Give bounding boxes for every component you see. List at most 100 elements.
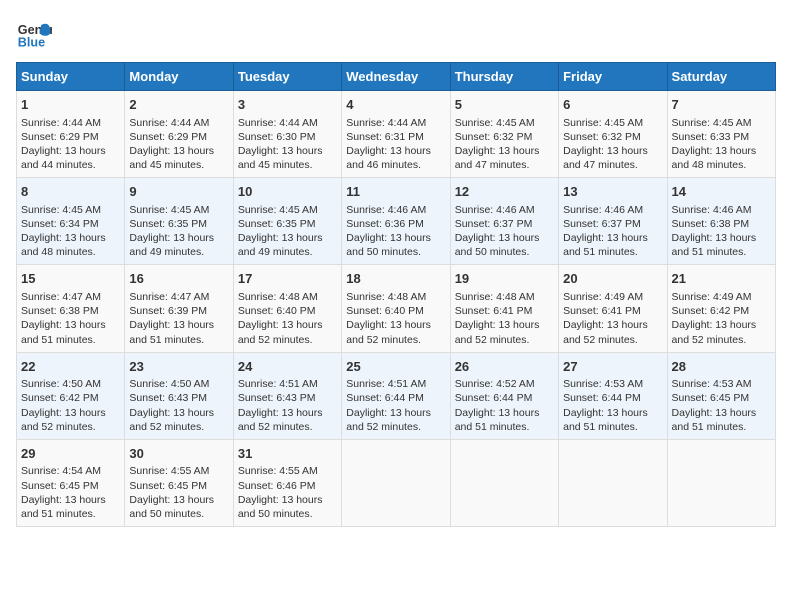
day-cell: 6 Sunrise: 4:45 AM Sunset: 6:32 PM Daylig… bbox=[559, 91, 667, 178]
day-cell: 19 Sunrise: 4:48 AM Sunset: 6:41 PM Dayli… bbox=[450, 265, 558, 352]
col-wednesday: Wednesday bbox=[342, 63, 450, 91]
day-number: 4 bbox=[346, 96, 445, 114]
day-info: Sunrise: 4:47 AM Sunset: 6:38 PM Dayligh… bbox=[21, 290, 120, 347]
day-cell: 20 Sunrise: 4:49 AM Sunset: 6:41 PM Dayli… bbox=[559, 265, 667, 352]
day-cell: 11 Sunrise: 4:46 AM Sunset: 6:36 PM Dayli… bbox=[342, 178, 450, 265]
day-cell: 29Sunrise: 4:54 AM Sunset: 6:45 PM Dayli… bbox=[17, 439, 125, 526]
day-info: Sunrise: 4:49 AM Sunset: 6:41 PM Dayligh… bbox=[563, 290, 662, 347]
header: General Blue bbox=[16, 16, 776, 52]
day-info: Sunrise: 4:46 AM Sunset: 6:37 PM Dayligh… bbox=[455, 203, 554, 260]
week-row-5: 29Sunrise: 4:54 AM Sunset: 6:45 PM Dayli… bbox=[17, 439, 776, 526]
day-info: Sunrise: 4:44 AM Sunset: 6:29 PM Dayligh… bbox=[21, 116, 120, 173]
day-info: Sunrise: 4:46 AM Sunset: 6:36 PM Dayligh… bbox=[346, 203, 445, 260]
day-info: Sunrise: 4:45 AM Sunset: 6:35 PM Dayligh… bbox=[129, 203, 228, 260]
day-cell: 27Sunrise: 4:53 AM Sunset: 6:44 PM Dayli… bbox=[559, 352, 667, 439]
day-number: 12 bbox=[455, 183, 554, 201]
day-cell: 1 Sunrise: 4:44 AM Sunset: 6:29 PM Daylig… bbox=[17, 91, 125, 178]
day-cell: 14 Sunrise: 4:46 AM Sunset: 6:38 PM Dayli… bbox=[667, 178, 775, 265]
col-thursday: Thursday bbox=[450, 63, 558, 91]
week-row-4: 22Sunrise: 4:50 AM Sunset: 6:42 PM Dayli… bbox=[17, 352, 776, 439]
day-info: Sunrise: 4:46 AM Sunset: 6:37 PM Dayligh… bbox=[563, 203, 662, 260]
day-info: Sunrise: 4:50 AM Sunset: 6:42 PM Dayligh… bbox=[21, 377, 120, 434]
day-number: 25 bbox=[346, 358, 445, 376]
day-number: 16 bbox=[129, 270, 228, 288]
day-cell: 17 Sunrise: 4:48 AM Sunset: 6:40 PM Dayli… bbox=[233, 265, 341, 352]
day-info: Sunrise: 4:48 AM Sunset: 6:40 PM Dayligh… bbox=[346, 290, 445, 347]
day-number: 24 bbox=[238, 358, 337, 376]
day-number: 10 bbox=[238, 183, 337, 201]
day-info: Sunrise: 4:45 AM Sunset: 6:32 PM Dayligh… bbox=[455, 116, 554, 173]
day-info: Sunrise: 4:48 AM Sunset: 6:40 PM Dayligh… bbox=[238, 290, 337, 347]
day-cell: 26Sunrise: 4:52 AM Sunset: 6:44 PM Dayli… bbox=[450, 352, 558, 439]
day-number: 26 bbox=[455, 358, 554, 376]
day-info: Sunrise: 4:55 AM Sunset: 6:45 PM Dayligh… bbox=[129, 464, 228, 521]
day-info: Sunrise: 4:52 AM Sunset: 6:44 PM Dayligh… bbox=[455, 377, 554, 434]
day-info: Sunrise: 4:45 AM Sunset: 6:32 PM Dayligh… bbox=[563, 116, 662, 173]
day-number: 1 bbox=[21, 96, 120, 114]
day-cell: 30Sunrise: 4:55 AM Sunset: 6:45 PM Dayli… bbox=[125, 439, 233, 526]
day-number: 17 bbox=[238, 270, 337, 288]
day-number: 8 bbox=[21, 183, 120, 201]
col-monday: Monday bbox=[125, 63, 233, 91]
day-number: 30 bbox=[129, 445, 228, 463]
day-number: 23 bbox=[129, 358, 228, 376]
day-number: 19 bbox=[455, 270, 554, 288]
day-info: Sunrise: 4:48 AM Sunset: 6:41 PM Dayligh… bbox=[455, 290, 554, 347]
day-number: 11 bbox=[346, 183, 445, 201]
day-cell: 8 Sunrise: 4:45 AM Sunset: 6:34 PM Daylig… bbox=[17, 178, 125, 265]
day-cell: 10 Sunrise: 4:45 AM Sunset: 6:35 PM Dayli… bbox=[233, 178, 341, 265]
calendar-header: SundayMondayTuesdayWednesdayThursdayFrid… bbox=[17, 63, 776, 91]
day-cell: 3Sunrise: 4:44 AM Sunset: 6:30 PM Daylig… bbox=[233, 91, 341, 178]
day-info: Sunrise: 4:46 AM Sunset: 6:38 PM Dayligh… bbox=[672, 203, 771, 260]
day-cell: 22Sunrise: 4:50 AM Sunset: 6:42 PM Dayli… bbox=[17, 352, 125, 439]
day-cell: 24Sunrise: 4:51 AM Sunset: 6:43 PM Dayli… bbox=[233, 352, 341, 439]
day-info: Sunrise: 4:44 AM Sunset: 6:29 PM Dayligh… bbox=[129, 116, 228, 173]
day-cell: 23Sunrise: 4:50 AM Sunset: 6:43 PM Dayli… bbox=[125, 352, 233, 439]
day-info: Sunrise: 4:44 AM Sunset: 6:30 PM Dayligh… bbox=[238, 116, 337, 173]
col-friday: Friday bbox=[559, 63, 667, 91]
day-number: 5 bbox=[455, 96, 554, 114]
day-cell bbox=[450, 439, 558, 526]
day-info: Sunrise: 4:55 AM Sunset: 6:46 PM Dayligh… bbox=[238, 464, 337, 521]
day-number: 13 bbox=[563, 183, 662, 201]
day-cell: 12 Sunrise: 4:46 AM Sunset: 6:37 PM Dayli… bbox=[450, 178, 558, 265]
day-cell: 21 Sunrise: 4:49 AM Sunset: 6:42 PM Dayli… bbox=[667, 265, 775, 352]
day-cell: 15 Sunrise: 4:47 AM Sunset: 6:38 PM Dayli… bbox=[17, 265, 125, 352]
day-number: 7 bbox=[672, 96, 771, 114]
day-number: 27 bbox=[563, 358, 662, 376]
day-number: 2 bbox=[129, 96, 228, 114]
day-cell: 13 Sunrise: 4:46 AM Sunset: 6:37 PM Dayli… bbox=[559, 178, 667, 265]
day-cell bbox=[667, 439, 775, 526]
day-cell bbox=[559, 439, 667, 526]
day-cell: 28Sunrise: 4:53 AM Sunset: 6:45 PM Dayli… bbox=[667, 352, 775, 439]
day-number: 21 bbox=[672, 270, 771, 288]
day-number: 6 bbox=[563, 96, 662, 114]
calendar-table: SundayMondayTuesdayWednesdayThursdayFrid… bbox=[16, 62, 776, 527]
day-cell: 16Sunrise: 4:47 AM Sunset: 6:39 PM Dayli… bbox=[125, 265, 233, 352]
day-info: Sunrise: 4:45 AM Sunset: 6:35 PM Dayligh… bbox=[238, 203, 337, 260]
day-cell: 4Sunrise: 4:44 AM Sunset: 6:31 PM Daylig… bbox=[342, 91, 450, 178]
week-row-3: 15 Sunrise: 4:47 AM Sunset: 6:38 PM Dayli… bbox=[17, 265, 776, 352]
week-row-1: 1 Sunrise: 4:44 AM Sunset: 6:29 PM Daylig… bbox=[17, 91, 776, 178]
day-number: 9 bbox=[129, 183, 228, 201]
day-number: 14 bbox=[672, 183, 771, 201]
day-info: Sunrise: 4:45 AM Sunset: 6:34 PM Dayligh… bbox=[21, 203, 120, 260]
day-number: 29 bbox=[21, 445, 120, 463]
col-saturday: Saturday bbox=[667, 63, 775, 91]
day-cell: 18Sunrise: 4:48 AM Sunset: 6:40 PM Dayli… bbox=[342, 265, 450, 352]
day-number: 22 bbox=[21, 358, 120, 376]
day-cell: 2 Sunrise: 4:44 AM Sunset: 6:29 PM Daylig… bbox=[125, 91, 233, 178]
day-number: 20 bbox=[563, 270, 662, 288]
day-number: 15 bbox=[21, 270, 120, 288]
day-cell: 7Sunrise: 4:45 AM Sunset: 6:33 PM Daylig… bbox=[667, 91, 775, 178]
day-info: Sunrise: 4:49 AM Sunset: 6:42 PM Dayligh… bbox=[672, 290, 771, 347]
day-info: Sunrise: 4:50 AM Sunset: 6:43 PM Dayligh… bbox=[129, 377, 228, 434]
day-cell: 5 Sunrise: 4:45 AM Sunset: 6:32 PM Daylig… bbox=[450, 91, 558, 178]
day-info: Sunrise: 4:53 AM Sunset: 6:44 PM Dayligh… bbox=[563, 377, 662, 434]
logo: General Blue bbox=[16, 16, 56, 52]
day-info: Sunrise: 4:51 AM Sunset: 6:43 PM Dayligh… bbox=[238, 377, 337, 434]
col-sunday: Sunday bbox=[17, 63, 125, 91]
week-row-2: 8 Sunrise: 4:45 AM Sunset: 6:34 PM Daylig… bbox=[17, 178, 776, 265]
day-info: Sunrise: 4:53 AM Sunset: 6:45 PM Dayligh… bbox=[672, 377, 771, 434]
day-info: Sunrise: 4:51 AM Sunset: 6:44 PM Dayligh… bbox=[346, 377, 445, 434]
